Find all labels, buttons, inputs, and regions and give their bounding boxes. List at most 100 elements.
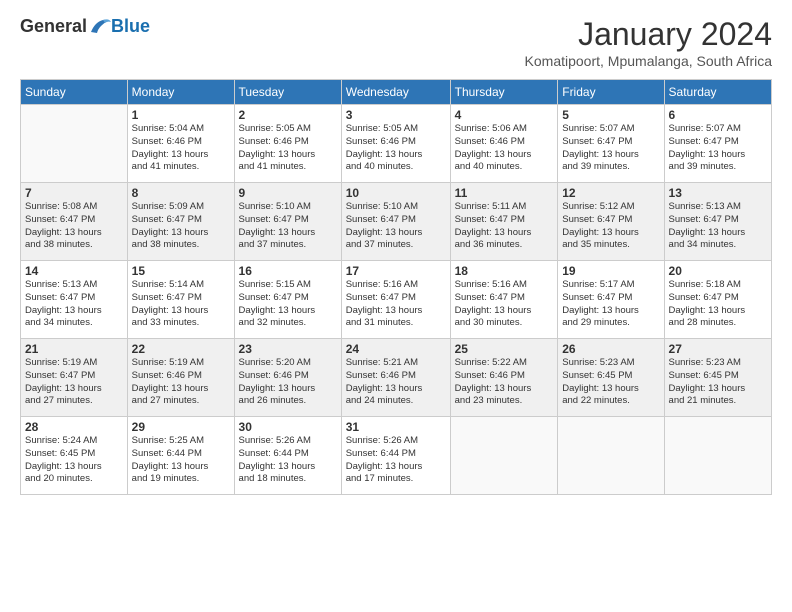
logo-blue-text: Blue	[111, 16, 150, 37]
calendar-header-row: Sunday Monday Tuesday Wednesday Thursday…	[21, 80, 772, 105]
day-number: 27	[669, 342, 767, 356]
day-number: 19	[562, 264, 659, 278]
table-row: 13Sunrise: 5:13 AM Sunset: 6:47 PM Dayli…	[664, 183, 771, 261]
day-info: Sunrise: 5:26 AM Sunset: 6:44 PM Dayligh…	[239, 435, 337, 486]
day-info: Sunrise: 5:07 AM Sunset: 6:47 PM Dayligh…	[669, 123, 767, 174]
day-number: 15	[132, 264, 230, 278]
calendar-table: Sunday Monday Tuesday Wednesday Thursday…	[20, 79, 772, 495]
day-number: 31	[346, 420, 446, 434]
day-info: Sunrise: 5:12 AM Sunset: 6:47 PM Dayligh…	[562, 201, 659, 252]
header-monday: Monday	[127, 80, 234, 105]
day-number: 29	[132, 420, 230, 434]
day-info: Sunrise: 5:10 AM Sunset: 6:47 PM Dayligh…	[239, 201, 337, 252]
table-row: 27Sunrise: 5:23 AM Sunset: 6:45 PM Dayli…	[664, 339, 771, 417]
page: General Blue January 2024 Komatipoort, M…	[0, 0, 792, 612]
day-info: Sunrise: 5:19 AM Sunset: 6:47 PM Dayligh…	[25, 357, 123, 408]
day-number: 4	[455, 108, 554, 122]
day-number: 16	[239, 264, 337, 278]
day-info: Sunrise: 5:19 AM Sunset: 6:46 PM Dayligh…	[132, 357, 230, 408]
calendar-week-row: 21Sunrise: 5:19 AM Sunset: 6:47 PM Dayli…	[21, 339, 772, 417]
table-row: 25Sunrise: 5:22 AM Sunset: 6:46 PM Dayli…	[450, 339, 558, 417]
header-thursday: Thursday	[450, 80, 558, 105]
day-info: Sunrise: 5:16 AM Sunset: 6:47 PM Dayligh…	[455, 279, 554, 330]
day-info: Sunrise: 5:14 AM Sunset: 6:47 PM Dayligh…	[132, 279, 230, 330]
day-number: 23	[239, 342, 337, 356]
table-row: 26Sunrise: 5:23 AM Sunset: 6:45 PM Dayli…	[558, 339, 664, 417]
table-row: 1Sunrise: 5:04 AM Sunset: 6:46 PM Daylig…	[127, 105, 234, 183]
day-info: Sunrise: 5:20 AM Sunset: 6:46 PM Dayligh…	[239, 357, 337, 408]
day-info: Sunrise: 5:07 AM Sunset: 6:47 PM Dayligh…	[562, 123, 659, 174]
day-number: 9	[239, 186, 337, 200]
table-row: 12Sunrise: 5:12 AM Sunset: 6:47 PM Dayli…	[558, 183, 664, 261]
logo-general-text: General	[20, 16, 87, 37]
header: General Blue January 2024 Komatipoort, M…	[20, 16, 772, 69]
table-row: 10Sunrise: 5:10 AM Sunset: 6:47 PM Dayli…	[341, 183, 450, 261]
day-number: 22	[132, 342, 230, 356]
day-number: 6	[669, 108, 767, 122]
table-row: 18Sunrise: 5:16 AM Sunset: 6:47 PM Dayli…	[450, 261, 558, 339]
location-subtitle: Komatipoort, Mpumalanga, South Africa	[525, 53, 772, 69]
table-row: 22Sunrise: 5:19 AM Sunset: 6:46 PM Dayli…	[127, 339, 234, 417]
day-info: Sunrise: 5:26 AM Sunset: 6:44 PM Dayligh…	[346, 435, 446, 486]
day-info: Sunrise: 5:09 AM Sunset: 6:47 PM Dayligh…	[132, 201, 230, 252]
day-info: Sunrise: 5:21 AM Sunset: 6:46 PM Dayligh…	[346, 357, 446, 408]
day-info: Sunrise: 5:05 AM Sunset: 6:46 PM Dayligh…	[239, 123, 337, 174]
table-row: 8Sunrise: 5:09 AM Sunset: 6:47 PM Daylig…	[127, 183, 234, 261]
day-number: 12	[562, 186, 659, 200]
header-friday: Friday	[558, 80, 664, 105]
table-row: 6Sunrise: 5:07 AM Sunset: 6:47 PM Daylig…	[664, 105, 771, 183]
table-row: 16Sunrise: 5:15 AM Sunset: 6:47 PM Dayli…	[234, 261, 341, 339]
day-number: 3	[346, 108, 446, 122]
table-row: 24Sunrise: 5:21 AM Sunset: 6:46 PM Dayli…	[341, 339, 450, 417]
day-number: 28	[25, 420, 123, 434]
day-info: Sunrise: 5:15 AM Sunset: 6:47 PM Dayligh…	[239, 279, 337, 330]
table-row	[450, 417, 558, 495]
table-row: 21Sunrise: 5:19 AM Sunset: 6:47 PM Dayli…	[21, 339, 128, 417]
day-info: Sunrise: 5:24 AM Sunset: 6:45 PM Dayligh…	[25, 435, 123, 486]
day-number: 30	[239, 420, 337, 434]
table-row	[21, 105, 128, 183]
table-row: 9Sunrise: 5:10 AM Sunset: 6:47 PM Daylig…	[234, 183, 341, 261]
table-row: 14Sunrise: 5:13 AM Sunset: 6:47 PM Dayli…	[21, 261, 128, 339]
day-number: 1	[132, 108, 230, 122]
day-info: Sunrise: 5:10 AM Sunset: 6:47 PM Dayligh…	[346, 201, 446, 252]
logo-bird-icon	[89, 18, 111, 36]
table-row: 7Sunrise: 5:08 AM Sunset: 6:47 PM Daylig…	[21, 183, 128, 261]
calendar-week-row: 28Sunrise: 5:24 AM Sunset: 6:45 PM Dayli…	[21, 417, 772, 495]
day-number: 24	[346, 342, 446, 356]
table-row: 19Sunrise: 5:17 AM Sunset: 6:47 PM Dayli…	[558, 261, 664, 339]
header-wednesday: Wednesday	[341, 80, 450, 105]
table-row: 2Sunrise: 5:05 AM Sunset: 6:46 PM Daylig…	[234, 105, 341, 183]
logo: General Blue	[20, 16, 150, 37]
day-info: Sunrise: 5:22 AM Sunset: 6:46 PM Dayligh…	[455, 357, 554, 408]
day-info: Sunrise: 5:13 AM Sunset: 6:47 PM Dayligh…	[669, 201, 767, 252]
table-row: 23Sunrise: 5:20 AM Sunset: 6:46 PM Dayli…	[234, 339, 341, 417]
day-number: 2	[239, 108, 337, 122]
header-tuesday: Tuesday	[234, 80, 341, 105]
header-sunday: Sunday	[21, 80, 128, 105]
day-number: 26	[562, 342, 659, 356]
calendar-week-row: 1Sunrise: 5:04 AM Sunset: 6:46 PM Daylig…	[21, 105, 772, 183]
month-title: January 2024	[525, 16, 772, 53]
table-row: 5Sunrise: 5:07 AM Sunset: 6:47 PM Daylig…	[558, 105, 664, 183]
table-row: 11Sunrise: 5:11 AM Sunset: 6:47 PM Dayli…	[450, 183, 558, 261]
day-number: 18	[455, 264, 554, 278]
day-number: 17	[346, 264, 446, 278]
day-number: 25	[455, 342, 554, 356]
table-row: 17Sunrise: 5:16 AM Sunset: 6:47 PM Dayli…	[341, 261, 450, 339]
day-info: Sunrise: 5:05 AM Sunset: 6:46 PM Dayligh…	[346, 123, 446, 174]
day-info: Sunrise: 5:06 AM Sunset: 6:46 PM Dayligh…	[455, 123, 554, 174]
day-number: 20	[669, 264, 767, 278]
table-row: 15Sunrise: 5:14 AM Sunset: 6:47 PM Dayli…	[127, 261, 234, 339]
table-row: 28Sunrise: 5:24 AM Sunset: 6:45 PM Dayli…	[21, 417, 128, 495]
table-row	[558, 417, 664, 495]
day-number: 8	[132, 186, 230, 200]
table-row: 20Sunrise: 5:18 AM Sunset: 6:47 PM Dayli…	[664, 261, 771, 339]
table-row: 4Sunrise: 5:06 AM Sunset: 6:46 PM Daylig…	[450, 105, 558, 183]
day-info: Sunrise: 5:17 AM Sunset: 6:47 PM Dayligh…	[562, 279, 659, 330]
table-row: 30Sunrise: 5:26 AM Sunset: 6:44 PM Dayli…	[234, 417, 341, 495]
day-number: 10	[346, 186, 446, 200]
day-number: 7	[25, 186, 123, 200]
day-info: Sunrise: 5:16 AM Sunset: 6:47 PM Dayligh…	[346, 279, 446, 330]
day-number: 5	[562, 108, 659, 122]
